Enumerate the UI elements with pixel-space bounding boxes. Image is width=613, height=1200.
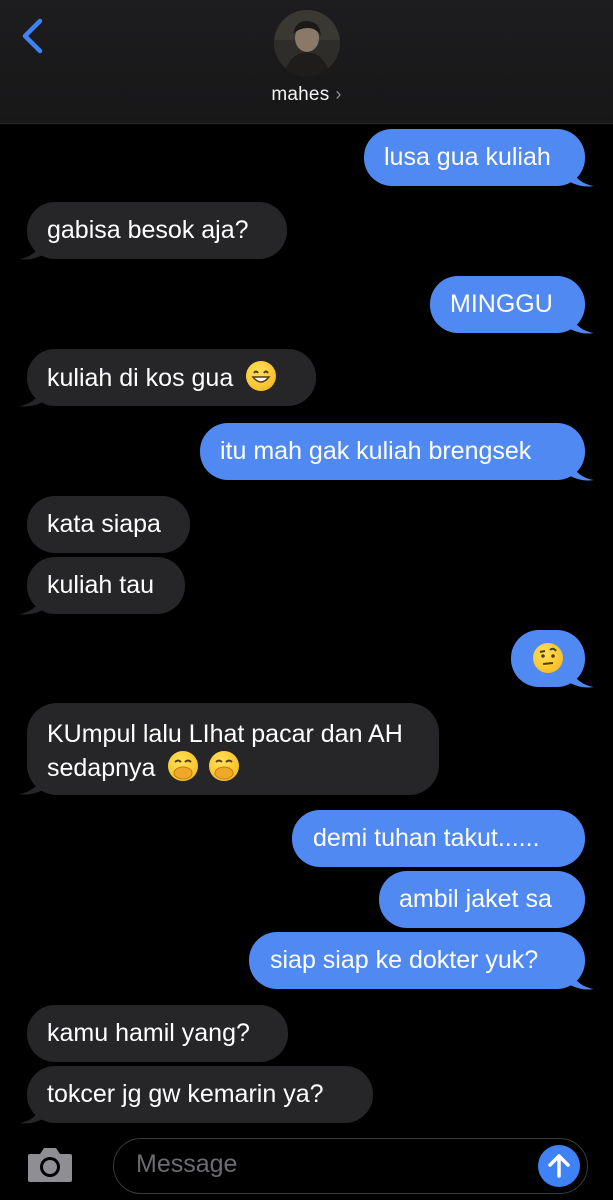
message-bubble-incoming[interactable]: kuliah di kos gua: [27, 349, 316, 406]
message-bubble-outgoing[interactable]: lusa gua kuliah: [364, 129, 585, 186]
grinning-face-emoji: [246, 361, 277, 391]
bubble-tail: [570, 462, 594, 481]
message-bubble-incoming[interactable]: kuliah tau: [27, 557, 185, 614]
conversation-header: mahes ›: [0, 0, 613, 124]
camera-button[interactable]: [26, 1144, 74, 1184]
message-bubble-outgoing[interactable]: ambil jaket sa: [379, 871, 585, 928]
bubble-tail: [570, 971, 594, 990]
message-bubble-outgoing[interactable]: MINGGU: [430, 276, 585, 333]
message-bubble-incoming[interactable]: kata siapa: [27, 496, 190, 553]
bubble-tail: [19, 776, 43, 795]
send-button[interactable]: [538, 1145, 580, 1187]
message-text: tokcer jg gw kemarin ya?: [47, 1080, 324, 1108]
message-bubble-incoming[interactable]: gabisa besok aja?: [27, 202, 287, 259]
bubble-tail: [570, 168, 594, 187]
message-text: lusa gua kuliah: [384, 143, 551, 171]
back-button[interactable]: [16, 16, 50, 56]
face-with-raised-eyebrow-emoji: [533, 643, 563, 673]
contact-name: mahes: [271, 84, 330, 105]
message-bubble-outgoing[interactable]: demi tuhan takut......: [292, 810, 585, 867]
message-input-placeholder: Message: [136, 1150, 238, 1178]
message-text: siap siap ke dokter yuk?: [270, 946, 539, 974]
chevron-left-icon: [22, 18, 43, 54]
bubble-tail: [570, 669, 594, 688]
message-text-line: sedapnya: [47, 754, 156, 782]
arrow-up-icon: [548, 1154, 570, 1178]
bubble-tail: [570, 315, 594, 334]
message-text: kuliah tau: [47, 571, 155, 599]
message-bubble-outgoing[interactable]: itu mah gak kuliah brengsek: [200, 423, 585, 480]
face-with-hand-over-mouth-emoji: [168, 751, 199, 781]
message-text-line: KUmpul lalu LIhat pacar dan AH: [47, 720, 403, 748]
message-text: gabisa besok aja?: [47, 216, 249, 244]
camera-icon: [28, 1148, 72, 1182]
message-text: kamu hamil yang?: [47, 1019, 250, 1047]
message-text: demi tuhan takut......: [313, 824, 540, 852]
contact-avatar[interactable]: [274, 10, 340, 76]
message-text: ambil jaket sa: [399, 885, 552, 913]
message-bubble-outgoing[interactable]: siap siap ke dokter yuk?: [249, 932, 585, 989]
message-text-line-2: sedapnya: [47, 751, 439, 785]
message-bubble-incoming[interactable]: tokcer jg gw kemarin ya?: [27, 1066, 373, 1123]
message-text: MINGGU: [450, 290, 553, 318]
bubble-tail: [19, 596, 43, 615]
message-text: itu mah gak kuliah brengsek: [220, 437, 532, 465]
face-with-hand-over-mouth-emoji: [209, 751, 240, 781]
message-bubble-incoming[interactable]: kamu hamil yang?: [27, 1005, 288, 1062]
bubble-tail: [19, 241, 43, 260]
bubble-tail: [19, 1105, 43, 1124]
chevron-right-icon: ›: [335, 84, 342, 104]
message-bubble-incoming[interactable]: KUmpul lalu LIhat pacar dan AH sedapnya: [27, 703, 439, 795]
contact-name-button[interactable]: mahes ›: [0, 84, 613, 106]
message-text: kata siapa: [47, 510, 161, 538]
bubble-tail: [19, 388, 43, 407]
message-text: kuliah di kos gua: [47, 364, 234, 392]
avatar-photo: [274, 10, 340, 76]
